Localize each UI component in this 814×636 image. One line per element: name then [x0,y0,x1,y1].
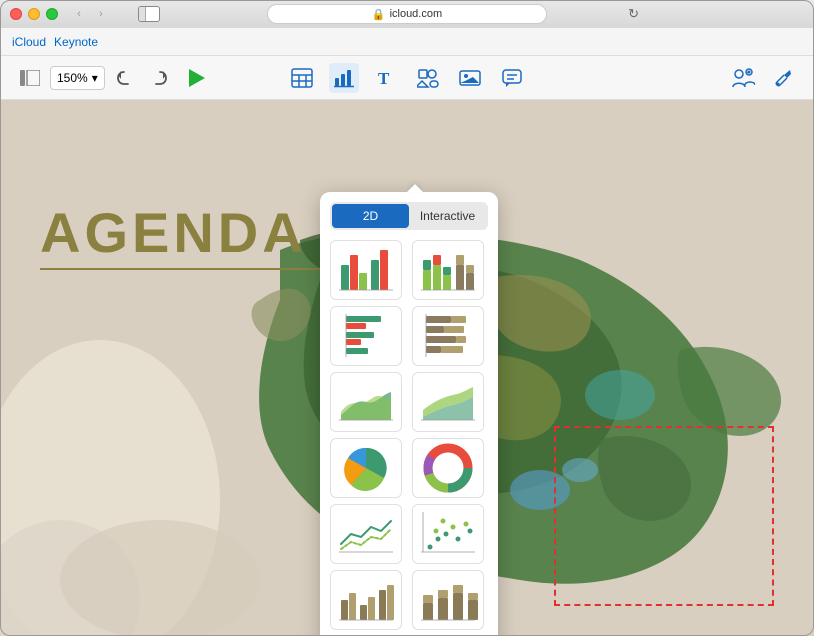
left-toolbar: 150% ▾ [16,64,173,92]
chart-grid [330,240,488,636]
zoom-control[interactable]: 150% ▾ [50,66,105,90]
play-button[interactable] [183,64,211,92]
redo-button[interactable] [145,64,173,92]
slides-panel-button[interactable] [16,64,44,92]
right-toolbar: + [728,63,798,93]
minimize-button[interactable] [28,8,40,20]
chart-picker-popup: 2D Interactive [320,192,498,636]
undo-button[interactable] [111,64,139,92]
forward-button[interactable]: › [92,5,110,23]
agenda-underline [40,268,320,270]
insert-chart-button[interactable] [329,63,359,93]
chart-item-bar-h-grouped[interactable] [330,306,402,366]
close-button[interactable] [10,8,22,20]
title-bar: ‹ › 🔒 icloud.com ↻ [0,0,814,28]
svg-text:T: T [378,69,390,88]
app-name[interactable]: Keynote [54,35,98,49]
main-toolbar: 150% ▾ [0,56,814,100]
tab-interactive[interactable]: Interactive [409,204,486,228]
svg-text:+: + [746,70,750,77]
zoom-level: 150% [57,71,88,85]
nav-buttons: ‹ › [70,5,110,23]
lock-icon: 🔒 [372,8,386,21]
traffic-lights [10,8,58,20]
insert-text-button[interactable]: T [371,63,401,93]
canvas-area: AGENDA 2D Interactive [0,100,814,636]
chart-item-donut[interactable] [412,438,484,498]
app-toolbar: iCloud Keynote [0,28,814,56]
collaborate-button[interactable]: + [728,63,758,93]
insert-comment-button[interactable] [497,63,527,93]
tab-2d[interactable]: 2D [332,204,409,228]
insert-table-button[interactable] [287,63,317,93]
icloud-brand[interactable]: iCloud [12,35,46,49]
chart-item-pie[interactable] [330,438,402,498]
url-bar[interactable]: 🔒 icloud.com [267,4,547,24]
chart-item-bar-h-stacked[interactable] [412,306,484,366]
chart-item-area[interactable] [330,372,402,432]
selection-rectangle [554,426,774,606]
zoom-dropdown-arrow: ▾ [92,71,98,85]
reload-button[interactable]: ↻ [628,6,639,22]
back-button[interactable]: ‹ [70,5,88,23]
url-text: icloud.com [390,8,443,20]
chart-type-tabs: 2D Interactive [330,202,488,230]
chart-item-column-stacked2[interactable] [412,570,484,630]
center-toolbar: T [287,63,527,93]
chart-item-line[interactable] [330,504,402,564]
chart-item-bar-grouped[interactable] [330,240,402,300]
insert-media-button[interactable] [455,63,485,93]
insert-shape-button[interactable] [413,63,443,93]
chart-item-bar-stacked[interactable] [412,240,484,300]
agenda-title: AGENDA [40,200,307,265]
chart-item-column-grouped2[interactable] [330,570,402,630]
chart-item-scatter[interactable] [412,504,484,564]
format-button[interactable] [768,63,798,93]
sidebar-toggle-button[interactable] [138,6,160,22]
chart-item-area-stacked[interactable] [412,372,484,432]
maximize-button[interactable] [46,8,58,20]
